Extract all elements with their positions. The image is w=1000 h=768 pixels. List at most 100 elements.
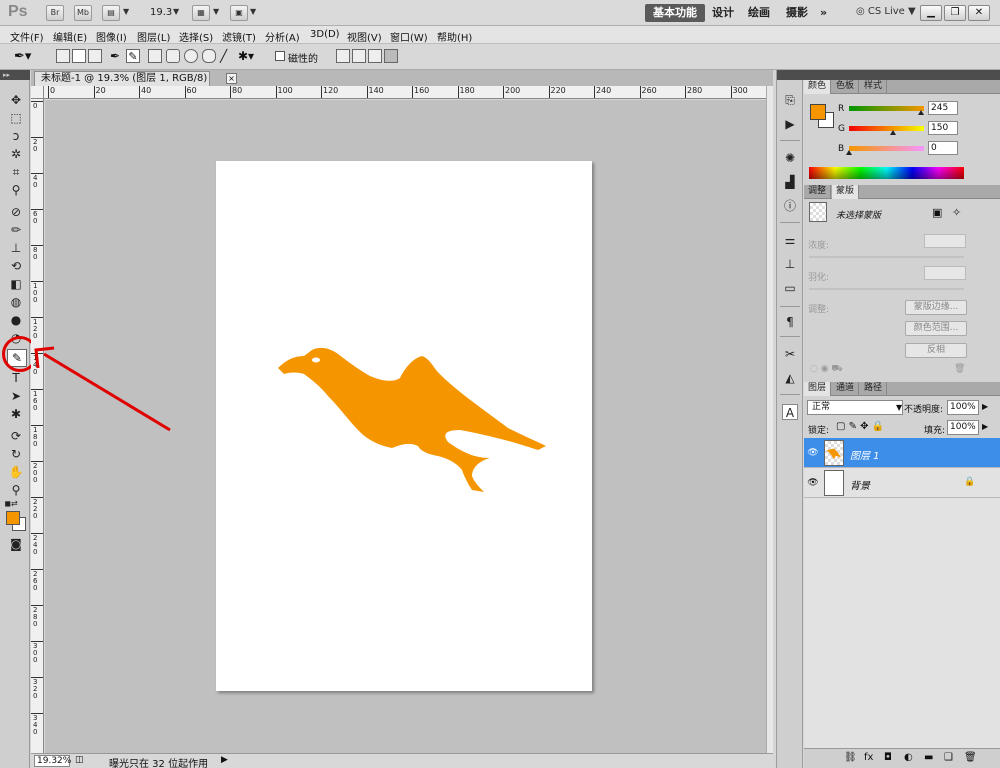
- delete-mask-icon[interactable]: 🗑: [954, 364, 965, 374]
- new-group-icon[interactable]: ▬: [924, 752, 933, 763]
- quick-select-tool-icon[interactable]: ✲: [8, 146, 24, 162]
- blue-slider-thumb[interactable]: [846, 150, 852, 155]
- magnetic-checkbox[interactable]: [275, 51, 285, 61]
- mask-footer-icons[interactable]: ◌ ◉ ⛟: [810, 364, 843, 375]
- view-extras-icon[interactable]: ▤: [102, 5, 120, 21]
- paint-bucket-icon[interactable]: ◍: [8, 294, 24, 310]
- healing-brush-icon[interactable]: ⊘: [8, 204, 24, 220]
- info-panel-icon[interactable]: ⓘ: [782, 198, 798, 214]
- quick-mask-icon[interactable]: ◙: [8, 536, 24, 552]
- ellipse-icon[interactable]: [184, 49, 198, 63]
- opacity-arrow-icon[interactable]: ▶: [982, 402, 988, 411]
- tool-presets-icon[interactable]: ▭: [782, 280, 798, 296]
- intersect-path-icon[interactable]: [368, 49, 382, 63]
- clone-stamp-icon[interactable]: ⊥: [8, 240, 24, 256]
- histogram-panel-icon[interactable]: ▟: [782, 174, 798, 190]
- tab-masks[interactable]: 蒙版: [832, 185, 860, 199]
- blue-slider[interactable]: [849, 146, 924, 151]
- mask-edge-button[interactable]: 蒙版边缘...: [905, 300, 967, 315]
- chevron-down-icon[interactable]: ▼: [173, 7, 179, 16]
- tab-channels[interactable]: 通道: [832, 382, 860, 396]
- link-layers-icon[interactable]: ⛓: [844, 752, 857, 763]
- red-slider-thumb[interactable]: [918, 110, 924, 115]
- fill-pixels-icon[interactable]: [88, 49, 102, 63]
- lock-options-icons[interactable]: ▢ ✎ ✥ 🔒: [836, 421, 884, 432]
- toolbox-collapse-handle[interactable]: ▸▸: [0, 70, 30, 80]
- tab-layers[interactable]: 图层: [804, 382, 832, 396]
- more-workspaces-button[interactable]: »: [812, 4, 835, 22]
- status-zoom-field[interactable]: 19.32%: [34, 755, 71, 767]
- arrange-documents-icon[interactable]: ▦: [192, 5, 210, 21]
- hand-tool-icon[interactable]: ✋: [8, 464, 24, 480]
- feather-slider[interactable]: [809, 288, 964, 290]
- document-tab[interactable]: 未标题-1 @ 19.3% (图层 1, RGB/8) *: [34, 71, 210, 97]
- red-value-field[interactable]: 245: [928, 101, 958, 115]
- layer-style-icon[interactable]: fx: [864, 752, 873, 763]
- green-slider[interactable]: [849, 126, 924, 131]
- brush-presets-icon[interactable]: ⚌: [782, 232, 798, 248]
- subtract-path-icon[interactable]: [352, 49, 366, 63]
- history-panel-icon[interactable]: ⎘: [782, 92, 798, 108]
- menu-filter[interactable]: 滤镜(T): [222, 29, 256, 44]
- clone-source-icon[interactable]: ⊥: [782, 256, 798, 272]
- workspace-photography-button[interactable]: 摄影: [778, 4, 816, 22]
- fill-arrow-icon[interactable]: ▶: [982, 422, 988, 431]
- 3d-panel-icon[interactable]: ◭: [782, 370, 798, 386]
- eraser-tool-icon[interactable]: ◧: [8, 276, 24, 292]
- navigator-panel-icon[interactable]: ✺: [782, 150, 798, 166]
- document-canvas[interactable]: [216, 161, 592, 691]
- add-mask-icon[interactable]: ◘: [884, 752, 892, 763]
- blur-tool-icon[interactable]: ●: [8, 312, 24, 328]
- exclude-path-icon[interactable]: [384, 49, 398, 63]
- chevron-down-icon[interactable]: ▼: [213, 7, 219, 16]
- blend-mode-select[interactable]: 正常 ▼: [807, 400, 903, 415]
- opacity-field[interactable]: 100%: [947, 400, 979, 415]
- eyedropper-tool-icon[interactable]: ⚲: [8, 182, 24, 198]
- paths-mode-icon[interactable]: [72, 49, 86, 63]
- paragraph-panel-icon[interactable]: ¶: [782, 314, 798, 330]
- close-tab-icon[interactable]: ×: [226, 73, 237, 84]
- red-slider[interactable]: [849, 106, 924, 111]
- freeform-pen-icon[interactable]: ✎: [126, 49, 140, 63]
- blue-value-field[interactable]: 0: [928, 141, 958, 155]
- custom-shape-tool-icon[interactable]: ✱: [8, 406, 24, 422]
- menu-view[interactable]: 视图(V): [347, 29, 382, 44]
- shape-layers-icon[interactable]: [56, 49, 70, 63]
- chevron-down-icon[interactable]: ▼: [250, 7, 256, 16]
- bridge-button[interactable]: Br: [46, 5, 64, 21]
- new-layer-icon[interactable]: ❑: [944, 752, 953, 763]
- tab-swatches[interactable]: 色板: [832, 80, 860, 94]
- actions-panel-icon[interactable]: ▶: [782, 116, 798, 132]
- menu-help[interactable]: 帮助(H): [437, 29, 472, 44]
- close-button[interactable]: ✕: [968, 5, 990, 21]
- eye-icon[interactable]: 👁: [807, 447, 819, 459]
- custom-shape-icon[interactable]: ✱▾: [238, 49, 254, 63]
- fill-field[interactable]: 100%: [947, 420, 979, 435]
- status-menu-arrow-icon[interactable]: ▶: [221, 755, 228, 765]
- menu-edit[interactable]: 编辑(E): [53, 29, 87, 44]
- color-range-button[interactable]: 颜色范围...: [905, 321, 967, 336]
- dock-collapse-handle[interactable]: [777, 70, 804, 80]
- type-tool-icon[interactable]: T: [8, 370, 24, 386]
- mini-bridge-button[interactable]: Mb: [74, 5, 92, 21]
- rectangle-shape-icon[interactable]: [148, 49, 162, 63]
- freeform-pen-preset-icon[interactable]: ✒▾: [14, 49, 38, 64]
- cs-live-button[interactable]: ◎ CS Live ▼: [856, 6, 916, 17]
- lasso-tool-icon[interactable]: ↄ: [8, 128, 24, 144]
- panels-collapse-handle[interactable]: [804, 70, 1000, 80]
- eye-icon[interactable]: 👁: [807, 477, 819, 489]
- green-slider-thumb[interactable]: [890, 130, 897, 135]
- proof-icon[interactable]: ◫: [75, 755, 84, 765]
- marquee-tool-icon[interactable]: ⬚: [8, 110, 24, 126]
- delete-layer-icon[interactable]: 🗑: [964, 752, 977, 763]
- green-value-field[interactable]: 150: [928, 121, 958, 135]
- menu-file[interactable]: 文件(F): [10, 29, 44, 44]
- menu-window[interactable]: 窗口(W): [390, 29, 428, 44]
- tab-adjustments[interactable]: 调整: [804, 185, 832, 199]
- vector-mask-icon[interactable]: ✧: [952, 206, 961, 219]
- panel-foreground-swatch[interactable]: [810, 104, 826, 120]
- foreground-color-swatch[interactable]: [6, 511, 20, 525]
- workspace-essentials-button[interactable]: 基本功能: [645, 4, 705, 22]
- polygon-icon[interactable]: [202, 49, 216, 63]
- menu-image[interactable]: 图像(I): [96, 29, 127, 44]
